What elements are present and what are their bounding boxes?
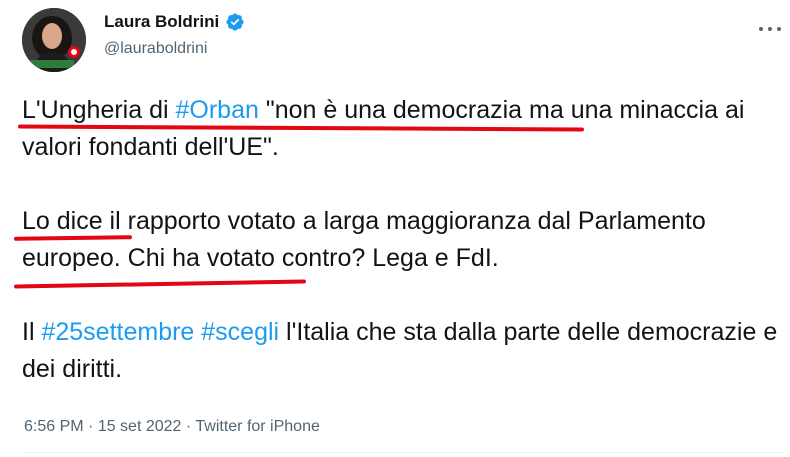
- tweet-time[interactable]: 6:56 PM: [24, 418, 84, 435]
- tweet-source[interactable]: Twitter for iPhone: [195, 418, 320, 435]
- author-handle[interactable]: @lauraboldrini: [104, 40, 207, 58]
- tweet-date[interactable]: 15 set 2022: [98, 418, 182, 435]
- meta-separator: ·: [83, 418, 98, 435]
- more-dot-icon: [777, 27, 781, 31]
- divider: [22, 452, 784, 453]
- tweet-paragraph-3: Il #25settembre #scegli l'Italia che sta…: [22, 314, 784, 388]
- author-name-text[interactable]: Laura Boldrini: [104, 12, 219, 32]
- more-dot-icon: [768, 27, 772, 31]
- tweet-text-segment: Lo dice il rapporto votato a larga maggi…: [22, 207, 706, 272]
- tweet-text: L'Ungheria di #Orban "non è una democraz…: [22, 92, 784, 388]
- profile-photo-icon: [22, 8, 86, 72]
- meta-separator: ·: [181, 418, 196, 435]
- hashtag-25settembre[interactable]: #25settembre: [41, 318, 194, 346]
- tweet-metadata: 6:56 PM · 15 set 2022 · Twitter for iPho…: [24, 418, 320, 436]
- hashtag-orban[interactable]: #Orban: [175, 96, 258, 124]
- tweet-text-segment: Il: [22, 318, 42, 346]
- more-dot-icon: [759, 27, 763, 31]
- author-name[interactable]: Laura Boldrini: [104, 12, 245, 32]
- hashtag-scegli[interactable]: #scegli: [201, 318, 279, 346]
- avatar[interactable]: [22, 8, 86, 72]
- verified-badge-icon: [226, 13, 244, 31]
- more-options-button[interactable]: [752, 14, 788, 44]
- tweet-paragraph-2: Lo dice il rapporto votato a larga maggi…: [22, 203, 784, 277]
- tweet-text-segment: L'Ungheria di: [22, 96, 176, 124]
